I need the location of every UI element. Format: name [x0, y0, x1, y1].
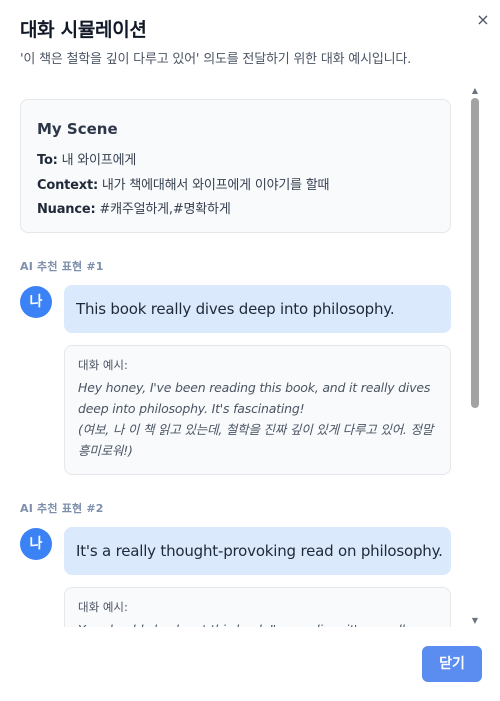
- scrollbar[interactable]: ▲ ▼: [468, 86, 482, 627]
- scene-to: To: 내 와이프에게: [37, 149, 136, 168]
- scrollbar-track[interactable]: [470, 98, 480, 614]
- avatar: 나: [20, 528, 52, 560]
- example-english: You should check out this book I'm readi…: [78, 619, 438, 627]
- scene-context-value: 내가 책에대해서 와이프에게 이야기를 할때: [97, 178, 330, 193]
- avatar: 나: [20, 286, 52, 318]
- scene-title: My Scene: [37, 120, 118, 138]
- scene-to-value: 내 와이프에게: [57, 153, 137, 168]
- scene-nuance: Nuance: #캐주얼하게,#명확하게: [37, 198, 231, 217]
- scene-to-label: To:: [37, 153, 58, 168]
- scene-nuance-value: #캐주얼하게,#명확하게: [95, 202, 231, 217]
- close-icon[interactable]: ×: [473, 10, 493, 30]
- scene-context: Context: 내가 책에대해서 와이프에게 이야기를 할때: [37, 174, 330, 193]
- dialog-title: 대화 시뮬레이션: [20, 19, 147, 41]
- scene-context-label: Context:: [37, 178, 98, 193]
- dialog-content[interactable]: My Scene To: 내 와이프에게 Context: 내가 책에대해서 와…: [0, 86, 468, 627]
- close-button[interactable]: 닫기: [422, 646, 482, 682]
- suggestion-expression-2: It's a really thought-provoking read on …: [64, 527, 451, 575]
- scroll-up-icon[interactable]: ▲: [470, 86, 480, 96]
- scene-nuance-label: Nuance:: [37, 202, 96, 217]
- example-english: Hey honey, I've been reading this book, …: [78, 380, 431, 416]
- suggestion-label-2: AI 추천 표현 #2: [20, 502, 104, 515]
- scroll-down-icon[interactable]: ▼: [470, 616, 480, 626]
- suggestion-expression-1: This book really dives deep into philoso…: [64, 285, 451, 333]
- suggestion-label-1: AI 추천 표현 #1: [20, 260, 104, 273]
- example-card-2: 대화 예시: You should check out this book I'…: [64, 587, 451, 627]
- conversation-simulation-dialog: 대화 시뮬레이션 '이 책은 철학을 깊이 다루고 있어' 의도를 전달하기 위…: [0, 0, 500, 701]
- example-card-1: 대화 예시: Hey honey, I've been reading this…: [64, 345, 451, 475]
- example-korean: (여보, 나 이 책 읽고 있는데, 철학을 진짜 깊이 있게 다루고 있어. …: [78, 422, 434, 458]
- scene-card: My Scene To: 내 와이프에게 Context: 내가 책에대해서 와…: [20, 99, 451, 233]
- dialog-subtitle: '이 책은 철학을 깊이 다루고 있어' 의도를 전달하기 위한 대화 예시입니…: [20, 52, 412, 67]
- scrollbar-thumb[interactable]: [471, 98, 479, 408]
- example-label: 대화 예시:: [78, 600, 128, 614]
- example-label: 대화 예시:: [78, 358, 128, 372]
